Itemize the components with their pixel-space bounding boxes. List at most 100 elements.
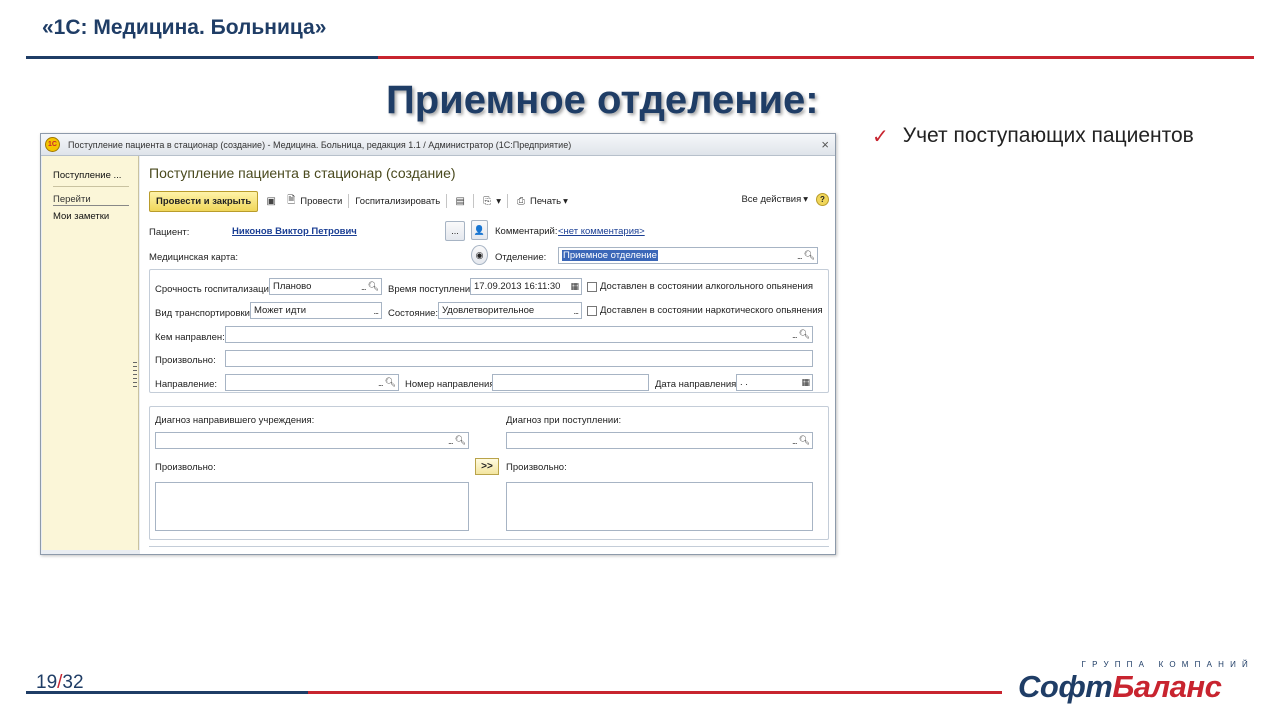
referral-date-field[interactable]: . . ▦ [736, 374, 813, 391]
close-icon[interactable]: × [821, 137, 829, 152]
urgency-label: Срочность госпитализации: [155, 284, 277, 295]
state-select-button[interactable]: ... [573, 306, 578, 316]
state-value: Удовлетворительное [442, 305, 535, 316]
comment-label: Комментарий: [495, 226, 558, 237]
bottom-rule-blue [26, 691, 308, 694]
arrival-time-value: 17.09.2013 16:11:30 [474, 281, 561, 292]
department-select-button[interactable]: ... [797, 251, 802, 261]
logo-wordmark: СофтБаланс [1018, 669, 1258, 705]
form-title: Поступление пациента в стационар (создан… [149, 165, 456, 181]
referral-select-button[interactable]: ... [378, 378, 383, 388]
diag-admission-field[interactable]: ... 🔍︎ [506, 432, 813, 449]
urgency-field[interactable]: Планово ... 🔍︎ [269, 278, 382, 295]
top-rule-blue [26, 56, 378, 59]
referred-by-label: Кем направлен: [155, 332, 225, 343]
department-label: Отделение: [495, 252, 547, 263]
logo-part-soft: Софт [1018, 669, 1113, 704]
printer-icon: ⎙ [516, 195, 525, 207]
medcard-open-icon[interactable]: ◉ [471, 245, 488, 265]
search-icon[interactable]: 🔍︎ [804, 250, 815, 261]
arbitrary-left-textarea[interactable] [155, 482, 469, 531]
department-field[interactable]: Приемное отделение ... 🔍︎ [558, 247, 818, 264]
comment-link[interactable]: <нет комментария> [558, 226, 645, 237]
register-movements-icon[interactable]: ▤ [453, 194, 467, 208]
app-window: 1С Поступление пациента в стационар (соз… [40, 133, 836, 555]
post-button[interactable]: 🗎 Провести [284, 194, 342, 208]
1c-logo-icon: 1С [45, 137, 60, 152]
arbitrary-label: Произвольно: [155, 355, 216, 366]
copy-diagnosis-button[interactable]: >> [475, 458, 499, 475]
narcotic-checkbox-box[interactable] [587, 305, 597, 316]
alcohol-checkbox[interactable]: Доставлен в состоянии алкогольного опьян… [587, 281, 813, 292]
transport-label: Вид транспортировки: [155, 308, 253, 319]
window-title: Поступление пациента в стационар (создан… [68, 139, 572, 150]
diag-referring-label: Диагноз направившего учреждения: [155, 415, 315, 426]
toolbar-divider [506, 194, 508, 208]
referred-by-select-button[interactable]: ... [792, 330, 797, 340]
department-value: Приемное отделение [562, 250, 658, 261]
transport-select-button[interactable]: ... [373, 306, 378, 316]
state-field[interactable]: Удовлетворительное ... [438, 302, 582, 319]
diag-admission-label: Диагноз при поступлении: [506, 415, 622, 426]
urgency-value: Планово [273, 281, 312, 292]
hospitalize-button[interactable]: Госпитализировать [355, 196, 440, 207]
calendar-icon[interactable]: ▦ [801, 377, 809, 388]
patient-label: Пациент: [149, 227, 190, 238]
post-and-close-button[interactable]: Провести и закрыть [149, 190, 259, 212]
referral-date-value: . . [740, 377, 748, 388]
patient-select-button[interactable]: ... [445, 221, 465, 241]
referral-number-field[interactable] [492, 374, 649, 391]
alcohol-checkbox-box[interactable] [587, 281, 597, 292]
print-button[interactable]: ⎙ Печать ▾ [514, 194, 568, 208]
panel-splitter-handle[interactable] [133, 362, 137, 388]
toolbar-right: Все действия ▾ ? [741, 193, 829, 206]
transport-field[interactable]: Может идти ... [250, 302, 382, 319]
save-icon[interactable]: ▣ [264, 194, 278, 208]
logo-part-balance: Баланс [1112, 669, 1222, 704]
all-actions-button[interactable]: Все действия ▾ [741, 194, 808, 205]
search-icon[interactable]: 🔍︎ [385, 377, 396, 388]
narcotic-checkbox[interactable]: Доставлен в состоянии наркотического опь… [587, 305, 823, 316]
search-icon[interactable]: 🔍︎ [799, 435, 810, 446]
top-rule-red [378, 56, 1254, 59]
nav-goto-header: Перейти [53, 194, 129, 206]
alcohol-checkbox-label: Доставлен в состоянии алкогольного опьян… [600, 281, 814, 292]
diagnosis-group: Диагноз направившего учреждения: ... 🔍︎ … [149, 406, 829, 540]
toolbar-divider [446, 194, 448, 208]
nav-item-current[interactable]: Поступление ... [53, 170, 121, 181]
arbitrary-field[interactable] [225, 350, 813, 367]
search-icon[interactable]: 🔍︎ [368, 281, 379, 292]
diag-referring-field[interactable]: ... 🔍︎ [155, 432, 469, 449]
calendar-icon[interactable]: ▦ [570, 281, 578, 292]
search-icon[interactable]: 🔍︎ [455, 435, 466, 446]
nav-divider [53, 186, 129, 187]
slide-header-title: «1С: Медицина. Больница» [42, 16, 327, 39]
referred-by-field[interactable]: ... 🔍︎ [225, 326, 813, 343]
diag-admission-select-button[interactable]: ... [792, 436, 797, 446]
arbitrary-right-textarea[interactable] [506, 482, 813, 531]
page-current: 19 [36, 672, 58, 693]
referral-field[interactable]: ... 🔍︎ [225, 374, 399, 391]
toolbar-divider [473, 194, 475, 208]
navigation-panel: Поступление ... Перейти Мои заметки [42, 156, 139, 550]
patient-card-icon[interactable]: 👤 [471, 220, 488, 240]
search-icon[interactable]: 🔍︎ [799, 329, 810, 340]
state-label: Состояние: [388, 308, 439, 319]
help-icon[interactable]: ? [816, 193, 829, 206]
based-on-button[interactable]: ⎘ ▾ [480, 194, 501, 208]
arrival-time-field[interactable]: 17.09.2013 16:11:30 ▦ [470, 278, 582, 295]
diag-referring-select-button[interactable]: ... [448, 436, 453, 446]
form-toolbar: Провести и закрыть ▣ 🗎 Провести Госпитал… [149, 190, 829, 212]
patient-link[interactable]: Никонов Виктор Петрович [232, 226, 357, 237]
medcard-label: Медицинская карта: [149, 252, 239, 263]
bottom-rule-red [308, 691, 1002, 694]
arbitrary-left-label: Произвольно: [155, 462, 216, 473]
form-bottom-divider [149, 546, 829, 547]
post-button-label: Провести [300, 195, 343, 207]
checkmark-icon: ✓ [872, 126, 889, 148]
bullet-item: ✓ Учет поступающих пациентов [872, 124, 1194, 149]
logo-tagline: ГРУППА КОМПАНИЙ [1081, 660, 1254, 669]
nav-item-my-notes[interactable]: Мои заметки [53, 211, 109, 222]
toolbar-divider [348, 194, 350, 208]
urgency-select-button[interactable]: ... [361, 282, 366, 292]
